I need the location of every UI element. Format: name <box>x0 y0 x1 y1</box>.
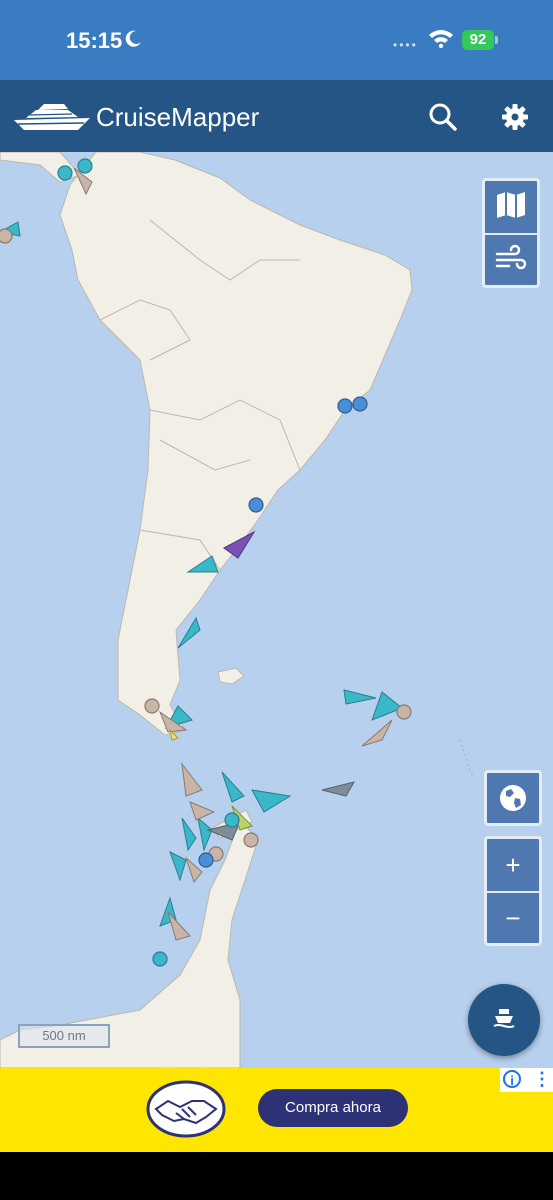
info-icon[interactable]: i <box>503 1070 521 1088</box>
ship-marker <box>221 771 245 803</box>
port-marker <box>57 165 73 181</box>
map-layer-controls <box>482 178 540 288</box>
signal-dots-icon: •••• <box>393 38 418 52</box>
kebab-menu-icon[interactable]: ⋮ <box>533 1069 551 1089</box>
gear-icon[interactable] <box>500 102 530 137</box>
falkland-islands <box>217 667 245 685</box>
ship-marker <box>181 762 203 797</box>
ship-marker <box>321 781 356 797</box>
ship-marker <box>189 801 216 821</box>
ship-list-button[interactable] <box>468 984 540 1056</box>
ship-marker <box>343 689 377 705</box>
handshake-logo-icon <box>146 1079 226 1144</box>
battery-tip <box>495 36 498 44</box>
port-marker <box>77 158 93 174</box>
ad-banner[interactable]: Compra ahora i ⋮ <box>0 1068 553 1152</box>
moon-icon <box>123 29 143 54</box>
wifi-icon <box>428 28 454 53</box>
south-america-landmass <box>59 152 413 736</box>
status-bar: 15:15 •••• 92 <box>0 0 553 80</box>
ship-marker <box>361 719 393 747</box>
port-marker <box>248 497 264 513</box>
ship-marker <box>197 816 213 852</box>
port-marker <box>198 852 214 868</box>
wind-icon <box>495 244 527 277</box>
ad-cta-button[interactable]: Compra ahora <box>258 1089 408 1127</box>
zoom-in-button[interactable]: + <box>487 839 539 893</box>
ship-marker <box>181 817 197 852</box>
app-bar: CruiseMapper <box>0 80 553 152</box>
port-marker <box>144 698 160 714</box>
port-marker <box>352 396 368 412</box>
port-marker <box>396 704 412 720</box>
port-marker <box>337 398 353 414</box>
map-layers-icon <box>496 191 526 224</box>
map-layers-button[interactable] <box>485 181 537 235</box>
port-marker <box>224 812 240 828</box>
map-view[interactable]: + − 500 nm <box>0 152 553 1068</box>
port-marker <box>0 228 13 244</box>
map-scale: 500 nm <box>18 1024 110 1048</box>
zoom-out-button[interactable]: − <box>487 893 539 943</box>
globe-button[interactable] <box>484 770 542 826</box>
port-marker <box>243 832 259 848</box>
map-canvas[interactable] <box>0 152 553 1068</box>
ship-icon <box>492 1007 516 1034</box>
search-icon[interactable] <box>428 102 458 137</box>
ship-marker <box>167 911 191 941</box>
port-marker <box>152 951 168 967</box>
weather-button[interactable] <box>485 235 537 285</box>
globe-icon <box>487 773 539 823</box>
status-time: 15:15 <box>66 28 123 53</box>
zoom-controls: + − <box>484 836 542 946</box>
ship-marker <box>169 850 187 882</box>
cruise-ship-logo-icon <box>12 98 92 139</box>
app-title: CruiseMapper <box>96 102 260 132</box>
ship-marker <box>251 789 292 813</box>
system-nav-bar <box>0 1152 553 1200</box>
battery-indicator: 92 <box>462 30 494 50</box>
